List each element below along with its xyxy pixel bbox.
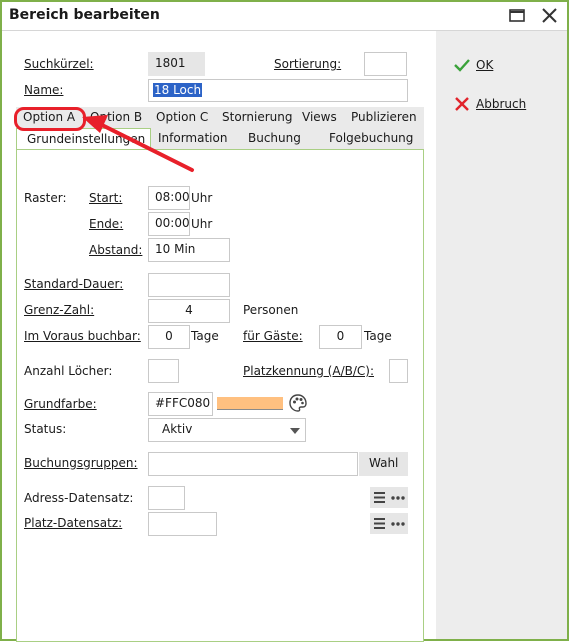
x-icon (455, 97, 469, 111)
buchungsgruppen-label: Buchungsgruppen: (24, 456, 138, 470)
standard-dauer-label: Standard-Dauer: (24, 277, 124, 291)
anzahl-loecher-field[interactable] (148, 359, 179, 383)
status-label: Status: (24, 422, 67, 436)
action-pane: OK Abbruch (436, 31, 567, 639)
adress-datensatz-label: Adress-Datensatz: (24, 491, 134, 505)
status-dropdown[interactable]: Aktiv (148, 418, 306, 442)
grenz-zahl-field[interactable]: 4 (148, 299, 230, 323)
cancel-label: Abbruch (476, 97, 527, 111)
platz-datensatz-field[interactable] (148, 512, 217, 536)
maximize-icon[interactable] (508, 7, 528, 25)
grundfarbe-label: Grundfarbe: (24, 397, 97, 411)
tab-content-grundeinstellungen (16, 149, 424, 642)
close-icon[interactable] (540, 7, 560, 25)
voraus-unit: Tage (191, 329, 219, 343)
cancel-button[interactable]: Abbruch (454, 94, 526, 114)
chevron-down-icon[interactable] (290, 428, 300, 434)
buchungsgruppen-field[interactable] (148, 452, 358, 476)
standard-dauer-field[interactable] (148, 273, 230, 297)
platzkennung-field[interactable] (389, 359, 408, 383)
gaeste-label: für Gäste: (243, 329, 303, 343)
platz-menu-button[interactable] (370, 513, 408, 534)
end-time-field[interactable]: 00:00 (148, 212, 190, 236)
ok-label: OK (476, 58, 494, 72)
adress-menu-button[interactable] (370, 487, 408, 508)
checkmark-icon (454, 59, 470, 72)
ok-button[interactable]: OK (454, 55, 493, 75)
gaeste-unit: Tage (364, 329, 392, 343)
wahl-button[interactable]: Wahl (359, 452, 408, 476)
platz-datensatz-label: Platz-Datensatz: (24, 516, 123, 530)
end-unit: Uhr (191, 217, 213, 231)
voraus-label: Im Voraus buchbar: (24, 329, 141, 343)
palette-icon[interactable] (288, 393, 308, 413)
list-icon (374, 518, 405, 529)
abstand-label: Abstand: (89, 243, 143, 257)
gaeste-field[interactable]: 0 (319, 325, 362, 349)
ende-label: Ende: (89, 217, 124, 231)
grundfarbe-field[interactable]: #FFC080 (148, 392, 213, 416)
annotation-arrow (82, 115, 194, 172)
color-swatch (217, 397, 283, 410)
anzahl-loecher-label: Anzahl Löcher: (24, 364, 113, 378)
platzkennung-label: Platzkennung (A/B/C): (243, 364, 374, 378)
abstand-field[interactable]: 10 Min (148, 238, 230, 262)
grenz-zahl-unit: Personen (243, 303, 299, 317)
status-value: Aktiv (162, 422, 193, 436)
edit-area-window: Bereich bearbeiten Suchkürzel: 1801 Sort… (0, 0, 569, 642)
list-icon (374, 492, 405, 503)
voraus-field[interactable]: 0 (148, 325, 190, 349)
grenz-zahl-label: Grenz-Zahl: (24, 303, 95, 317)
adress-datensatz-field[interactable] (148, 486, 185, 510)
